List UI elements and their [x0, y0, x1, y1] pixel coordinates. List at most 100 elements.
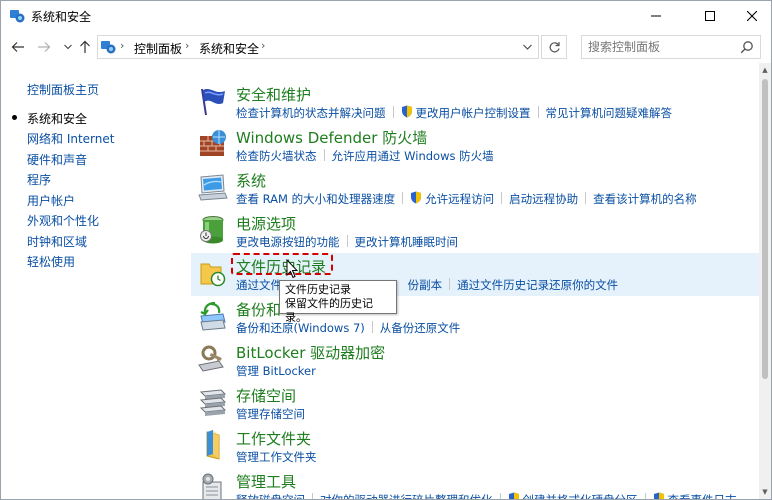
task-link[interactable]: 对你的驱动器进行碎片整理和优化 — [320, 492, 493, 499]
task-link[interactable]: 启动远程协助 — [509, 191, 578, 207]
leftnav-item-ease-of-access[interactable]: 轻松使用 — [27, 253, 75, 270]
breadcrumb-separator-icon[interactable]: › — [120, 39, 124, 52]
category-title[interactable]: 存储空间 — [236, 385, 296, 406]
category-title[interactable]: 管理工具 — [236, 471, 296, 492]
task-link[interactable]: 检查计算机的状态并解决问题 — [236, 105, 386, 121]
refresh-icon — [549, 41, 560, 52]
current-item-bullet — [12, 115, 17, 120]
arrow-up-icon — [80, 40, 90, 53]
uac-shield-icon — [508, 492, 519, 499]
task-link[interactable]: 管理存储空间 — [236, 406, 305, 422]
control-panel-home-link[interactable]: 控制面板主页 — [27, 81, 99, 98]
breadcrumb-separator-icon[interactable]: › — [185, 39, 189, 52]
search-icon[interactable] — [740, 40, 754, 54]
task-link[interactable]: 管理 BitLocker — [236, 363, 316, 379]
address-bar[interactable]: › 控制面板 › 系统和安全 › — [97, 35, 539, 59]
vertical-scrollbar[interactable]: ▲ ▼ — [759, 63, 771, 499]
minimize-button[interactable] — [633, 1, 679, 30]
refresh-button[interactable] — [541, 35, 567, 59]
task-link[interactable]: 通过文件历史记录还原你的文件 — [457, 277, 618, 293]
category-title[interactable]: 安全和维护 — [236, 84, 311, 105]
search-box[interactable] — [581, 35, 761, 59]
category-system: 系统 查看 RAM 的大小和处理器速度 允许远程访问 启动远程协助 查看该计算机的名称 — [191, 167, 771, 210]
link-divider — [402, 192, 404, 204]
close-button[interactable] — [729, 1, 771, 30]
file-history-icon[interactable] — [197, 257, 229, 289]
control-panel-icon — [101, 41, 116, 54]
category-storage-spaces: 存储空间 管理存储空间 — [191, 382, 771, 425]
maximize-button[interactable] — [687, 1, 733, 30]
task-link[interactable]: 查看 RAM 的大小和处理器速度 — [236, 191, 395, 207]
recent-locations-button[interactable] — [59, 37, 77, 57]
scroll-down-arrow-icon[interactable]: ▼ — [759, 485, 771, 499]
backup-icon[interactable] — [197, 300, 229, 332]
category-title[interactable]: Windows Defender 防火墙 — [236, 127, 427, 148]
breadcrumb-control-panel[interactable]: 控制面板 — [134, 40, 182, 57]
category-title[interactable]: BitLocker 驱动器加密 — [236, 342, 385, 363]
flag-icon[interactable] — [197, 85, 229, 117]
address-dropdown-button[interactable] — [519, 39, 535, 55]
forward-button[interactable] — [35, 37, 53, 57]
task-link[interactable]: 更改电源按钮的功能 — [236, 234, 340, 250]
search-input[interactable] — [588, 39, 738, 55]
breadcrumb-separator-icon[interactable]: › — [261, 39, 265, 52]
task-link[interactable]: 常见计算机问题疑难解答 — [546, 105, 673, 121]
leftnav-item-appearance[interactable]: 外观和个性化 — [27, 212, 99, 229]
link-divider — [312, 493, 313, 499]
minimize-icon — [651, 15, 661, 16]
category-security-maintenance: 安全和维护 检查计算机的状态并解决问题 更改用户帐户控制设置 常见计算机问题疑难解答 — [191, 81, 771, 124]
task-link[interactable]: 释放磁盘空间 — [236, 492, 305, 499]
task-link[interactable]: 查看该计算机的名称 — [593, 191, 697, 207]
category-title[interactable]: 电源选项 — [236, 213, 296, 234]
arrow-left-icon — [11, 42, 24, 52]
admin-tools-icon[interactable] — [197, 472, 229, 500]
category-links: 检查计算机的状态并解决问题 更改用户帐户控制设置 常见计算机问题疑难解答 — [236, 105, 672, 121]
task-link[interactable]: 从备份还原文件 — [380, 320, 461, 336]
task-link[interactable]: 管理工作文件夹 — [236, 449, 317, 465]
link-divider — [323, 149, 325, 161]
scroll-up-arrow-icon[interactable]: ▲ — [759, 63, 771, 77]
bitlocker-key-icon[interactable] — [197, 343, 229, 375]
category-links: 查看 RAM 的大小和处理器速度 允许远程访问 启动远程协助 查看该计算机的名称 — [236, 191, 697, 207]
task-link[interactable]: 允许应用通过 Windows 防火墙 — [332, 148, 494, 164]
window-title: 系统和安全 — [31, 10, 92, 24]
link-divider — [537, 106, 539, 118]
tooltip-title: 文件历史记录 — [285, 283, 351, 296]
category-list: 安全和维护 检查计算机的状态并解决问题 更改用户帐户控制设置 常见计算机问题疑难解答… — [191, 67, 771, 500]
scrollbar-thumb[interactable] — [762, 79, 768, 379]
title-bar[interactable]: 系统和安全 — [1, 1, 771, 30]
task-link[interactable]: 查看事件日志 — [668, 492, 737, 499]
category-title[interactable]: 备份和 — [236, 299, 281, 320]
work-folders-icon[interactable] — [197, 429, 229, 461]
leftnav-item-network[interactable]: 网络和 Internet — [27, 130, 114, 147]
breadcrumb-system-security[interactable]: 系统和安全 — [199, 40, 259, 57]
leftnav-item-programs[interactable]: 程序 — [27, 171, 51, 188]
computer-icon[interactable] — [197, 171, 229, 203]
arrow-right-icon — [38, 42, 51, 52]
leftnav-item-clock-region[interactable]: 时钟和区域 — [27, 233, 87, 250]
task-link[interactable]: 通过文件 — [236, 277, 282, 293]
task-link[interactable]: 更改用户帐户控制设置 — [416, 105, 531, 121]
battery-icon[interactable] — [197, 214, 229, 246]
task-link[interactable]: 更改计算机睡眠时间 — [355, 234, 459, 250]
back-button[interactable] — [9, 37, 27, 57]
leftnav-item-system-security[interactable]: 系统和安全 — [27, 110, 87, 127]
highlight-annotation — [231, 253, 333, 275]
storage-spaces-icon[interactable] — [197, 386, 229, 418]
control-panel-window: 系统和安全 › 控制面板 › 系统和安全 › 搜索控制面板 控制面板主页 系统和… — [0, 0, 772, 500]
task-link[interactable]: 创建并格式化硬盘分区 — [523, 492, 638, 499]
chevron-down-icon — [522, 44, 532, 50]
category-title[interactable]: 系统 — [236, 170, 266, 191]
firewall-icon[interactable] — [197, 128, 229, 160]
task-link[interactable]: 检查防火墙状态 — [236, 148, 317, 164]
task-link[interactable]: 允许远程访问 — [425, 191, 494, 207]
category-title[interactable]: 工作文件夹 — [236, 428, 311, 449]
uac-shield-icon — [411, 191, 422, 204]
chevron-down-icon — [64, 44, 72, 50]
category-links: 管理 BitLocker — [236, 363, 316, 379]
leftnav-item-hardware-sound[interactable]: 硬件和声音 — [27, 151, 87, 168]
up-button[interactable] — [76, 37, 94, 57]
link-divider — [392, 106, 394, 118]
leftnav-item-user-accounts[interactable]: 用户帐户 — [27, 192, 75, 209]
task-link[interactable]: 份副本 — [408, 277, 443, 293]
